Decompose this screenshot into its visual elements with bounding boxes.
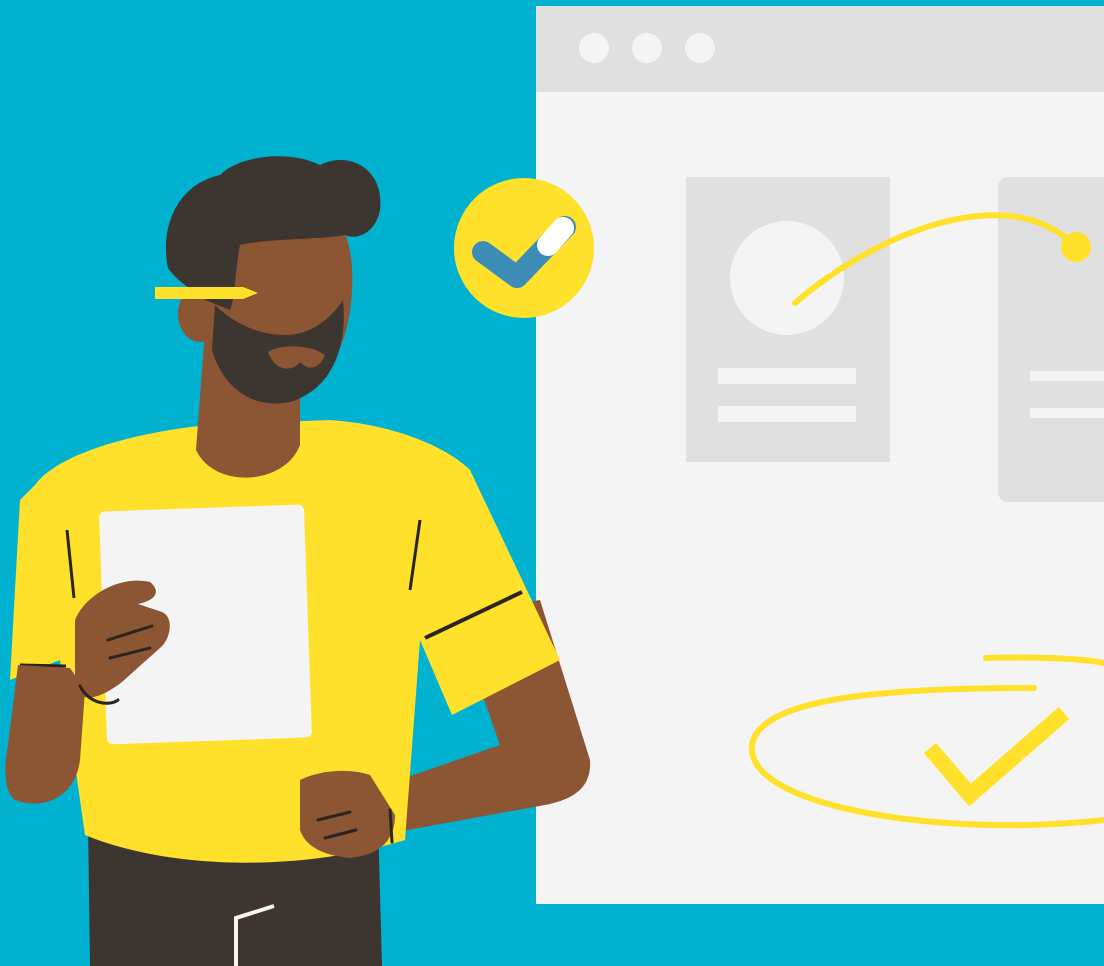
browser-titlebar bbox=[536, 6, 1104, 92]
illustration-scene bbox=[0, 0, 1104, 966]
text-line-placeholder-1 bbox=[718, 368, 856, 384]
right-hand-line-3 bbox=[388, 808, 394, 844]
text-line-placeholder-4 bbox=[1030, 408, 1104, 418]
pencil-icon bbox=[155, 287, 258, 299]
profile-card-1 bbox=[686, 177, 890, 462]
text-line-placeholder-2 bbox=[718, 406, 856, 422]
illustration-canvas bbox=[0, 0, 1104, 966]
check-badge-icon bbox=[454, 178, 594, 318]
titlebar-dot-1 bbox=[579, 33, 609, 63]
text-line-placeholder-3 bbox=[1030, 371, 1104, 381]
connector-endpoint bbox=[1061, 232, 1091, 262]
titlebar-dot-3 bbox=[685, 33, 715, 63]
titlebar-dot-2 bbox=[632, 33, 662, 63]
